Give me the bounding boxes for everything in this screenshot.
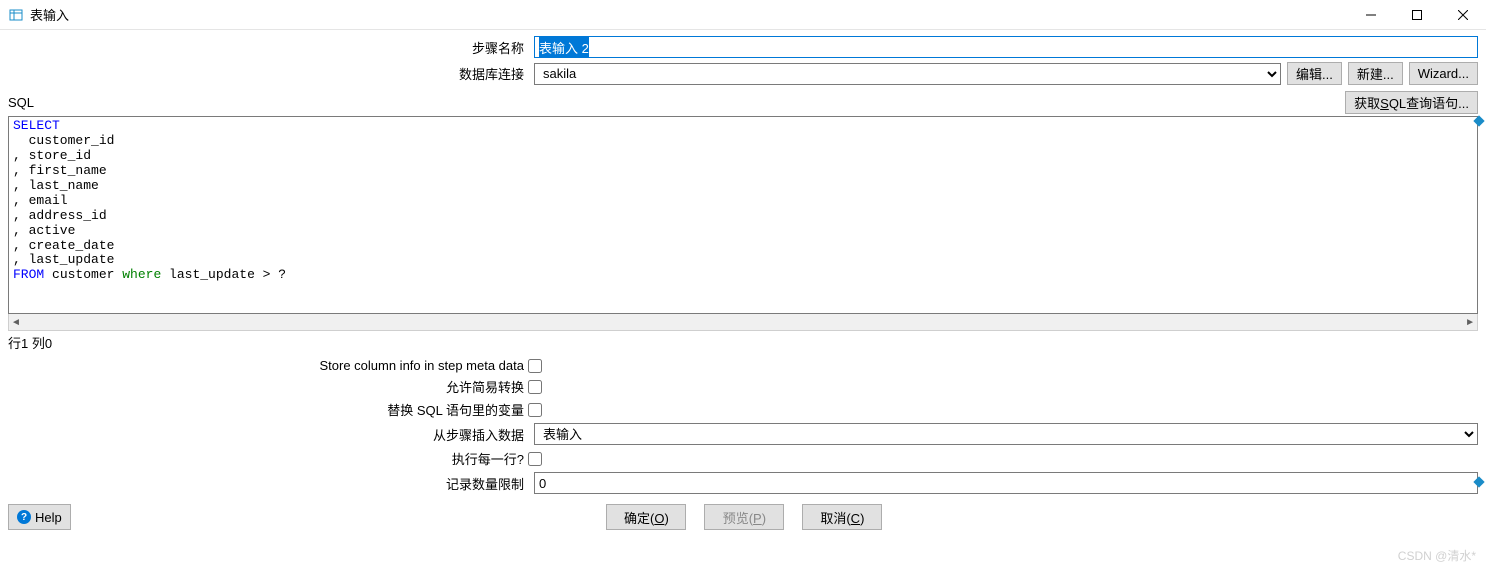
scroll-right-icon[interactable]: ► xyxy=(1465,317,1475,328)
db-connection-select[interactable]: sakila xyxy=(534,63,1281,85)
step-name-label: 步骤名称 xyxy=(8,38,528,57)
limit-input[interactable] xyxy=(534,472,1478,494)
allow-lazy-checkbox[interactable] xyxy=(528,380,542,394)
help-button[interactable]: ? Help xyxy=(8,504,71,530)
exec-each-row-label: 执行每一行? xyxy=(8,449,528,468)
allow-lazy-label: 允许简易转换 xyxy=(8,377,528,396)
table-input-icon xyxy=(8,7,24,23)
store-col-info-label: Store column info in step meta data xyxy=(8,358,528,373)
get-sql-query-button[interactable]: 获取SQL查询语句... xyxy=(1345,91,1478,114)
titlebar: 表输入 xyxy=(0,0,1486,30)
new-button[interactable]: 新建... xyxy=(1348,62,1403,85)
replace-vars-label: 替换 SQL 语句里的变量 xyxy=(8,400,528,419)
maximize-button[interactable] xyxy=(1394,0,1440,30)
from-step-label: 从步骤插入数据 xyxy=(8,425,528,444)
close-button[interactable] xyxy=(1440,0,1486,30)
sql-label: SQL xyxy=(8,95,1345,110)
db-connection-label: 数据库连接 xyxy=(8,64,528,83)
store-col-info-checkbox[interactable] xyxy=(528,359,542,373)
cancel-button[interactable]: 取消(C) xyxy=(802,504,882,530)
preview-button[interactable]: 预览(P) xyxy=(704,504,784,530)
window-controls xyxy=(1348,0,1486,30)
replace-vars-checkbox[interactable] xyxy=(528,403,542,417)
sql-textarea[interactable]: SELECT customer_id , store_id , first_na… xyxy=(8,116,1478,314)
minimize-button[interactable] xyxy=(1348,0,1394,30)
cursor-status: 行1 列0 xyxy=(8,331,1478,358)
ok-button[interactable]: 确定(O) xyxy=(606,504,686,530)
from-step-select[interactable]: 表输入 xyxy=(534,423,1478,445)
step-name-input[interactable]: 表输入 2 xyxy=(534,36,1478,58)
horizontal-scrollbar[interactable]: ◄ ► xyxy=(8,314,1478,331)
exec-each-row-checkbox[interactable] xyxy=(528,452,542,466)
limit-label: 记录数量限制 xyxy=(8,474,528,493)
edit-button[interactable]: 编辑... xyxy=(1287,62,1342,85)
scroll-left-icon[interactable]: ◄ xyxy=(11,317,21,328)
help-icon: ? xyxy=(17,510,31,524)
window-title: 表输入 xyxy=(30,5,69,24)
wizard-button[interactable]: Wizard... xyxy=(1409,62,1478,85)
